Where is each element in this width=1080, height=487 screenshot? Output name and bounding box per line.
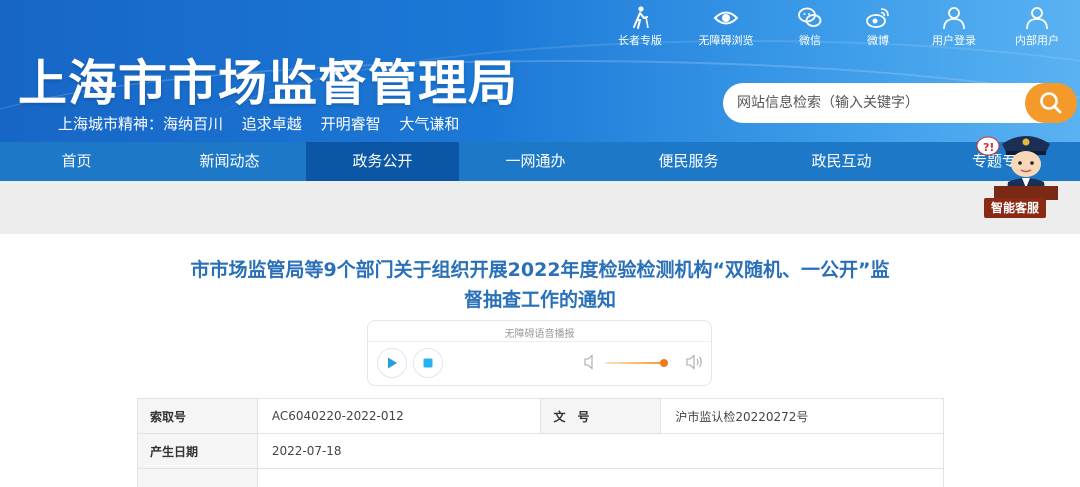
volume-slider-handle[interactable] [660,359,668,367]
accessibility-button[interactable]: 无障碍浏览 [686,5,766,48]
breadcrumb-strip [0,181,1080,234]
meta-value [256,468,945,487]
nav-item-public-service[interactable]: 便民服务 [612,142,765,181]
smart-customer-service[interactable]: ?! 智能客服 [972,128,1062,224]
audio-player: 无障碍语音播报 [367,320,712,386]
wechat-icon [798,7,822,27]
tool-label: 无障碍浏览 [698,34,754,47]
meta-value: 2022-07-18 [256,433,945,469]
search-icon [1040,92,1062,114]
article-title-line: 督抽查工作的通知 [463,289,616,311]
city-slogan: 上海城市精神：海纳百川 追求卓越 开明睿智 大气谦和 [58,113,473,134]
user-icon [943,7,965,30]
stop-button[interactable] [413,348,443,378]
table-row [137,468,945,487]
audio-divider [368,341,711,342]
slogan-part: 追求卓越 [241,115,302,133]
svg-text:?!: ?! [983,141,994,154]
stop-icon [423,358,433,368]
user-login-button[interactable]: 用户登录 [914,5,994,48]
main-nav: 首页 新闻动态 政务公开 一网通办 便民服务 政民互动 专题专 [0,142,1080,181]
top-toolbar: 长者专版 无障碍浏览 微信 微博 用户登录 内部用户 [600,5,1080,48]
site-title[interactable]: 上海市市场监督管理局 [18,44,518,115]
audio-player-title: 无障碍语音播报 [504,329,575,340]
elder-icon [633,6,649,29]
search-input[interactable] [737,92,1017,114]
tool-label: 微博 [867,34,889,47]
article-title-line: 市市场监管局等9个部门关于组织开展2022年度检验检测机构“双随机、一公开”监 [190,259,890,281]
meta-value: 沪市监认检20220272号 [660,398,944,434]
eye-icon [713,11,739,25]
meta-label: 索取号 [137,398,258,434]
smart-customer-service-label: 智能客服 [984,198,1046,218]
table-row: 索取号 AC6040220-2022-012 文 号 沪市监认检20220272… [137,398,944,434]
nav-item-home[interactable]: 首页 [0,142,153,181]
volume-down-icon[interactable] [584,354,598,370]
volume-up-icon[interactable] [686,354,704,370]
user-icon [1026,7,1048,30]
article-content: 市市场监管局等9个部门关于组织开展2022年度检验检测机构“双随机、一公开”监 … [0,234,1080,487]
slogan-part: 大气谦和 [399,115,460,133]
slogan-part: 开明睿智 [320,115,381,133]
weibo-icon [866,8,889,28]
play-icon [388,357,397,369]
table-row: 产生日期 2022-07-18 [137,433,945,469]
meta-label [137,468,258,487]
tool-label: 用户登录 [932,34,976,47]
document-meta-table: 索取号 AC6040220-2022-012 文 号 沪市监认检20220272… [137,398,945,487]
tool-label: 长者专版 [618,34,662,47]
tool-label: 内部用户 [1015,34,1059,47]
search-button[interactable] [1025,83,1077,123]
article-title: 市市场监管局等9个部门关于组织开展2022年度检验检测机构“双随机、一公开”监 … [120,255,960,315]
volume-slider-track[interactable] [605,362,664,364]
site-header: 上海市市场监督管理局 上海城市精神：海纳百川 追求卓越 开明睿智 大气谦和 长者… [0,0,1080,142]
customer-service-icon: ?! [976,136,1058,200]
elder-mode-button[interactable]: 长者专版 [600,5,680,48]
nav-item-one-stop-service[interactable]: 一网通办 [459,142,612,181]
meta-label: 产生日期 [137,433,258,469]
internal-user-button[interactable]: 内部用户 [997,5,1077,48]
meta-value: AC6040220-2022-012 [256,398,542,434]
nav-item-interaction[interactable]: 政民互动 [765,142,918,181]
weibo-button[interactable]: 微博 [838,5,918,48]
slogan-part: 上海城市精神：海纳百川 [58,115,224,133]
meta-label: 文 号 [540,398,662,434]
nav-item-government-affairs[interactable]: 政务公开 [306,142,459,181]
search-box [723,83,1077,123]
play-button[interactable] [377,348,407,378]
nav-item-news[interactable]: 新闻动态 [153,142,306,181]
